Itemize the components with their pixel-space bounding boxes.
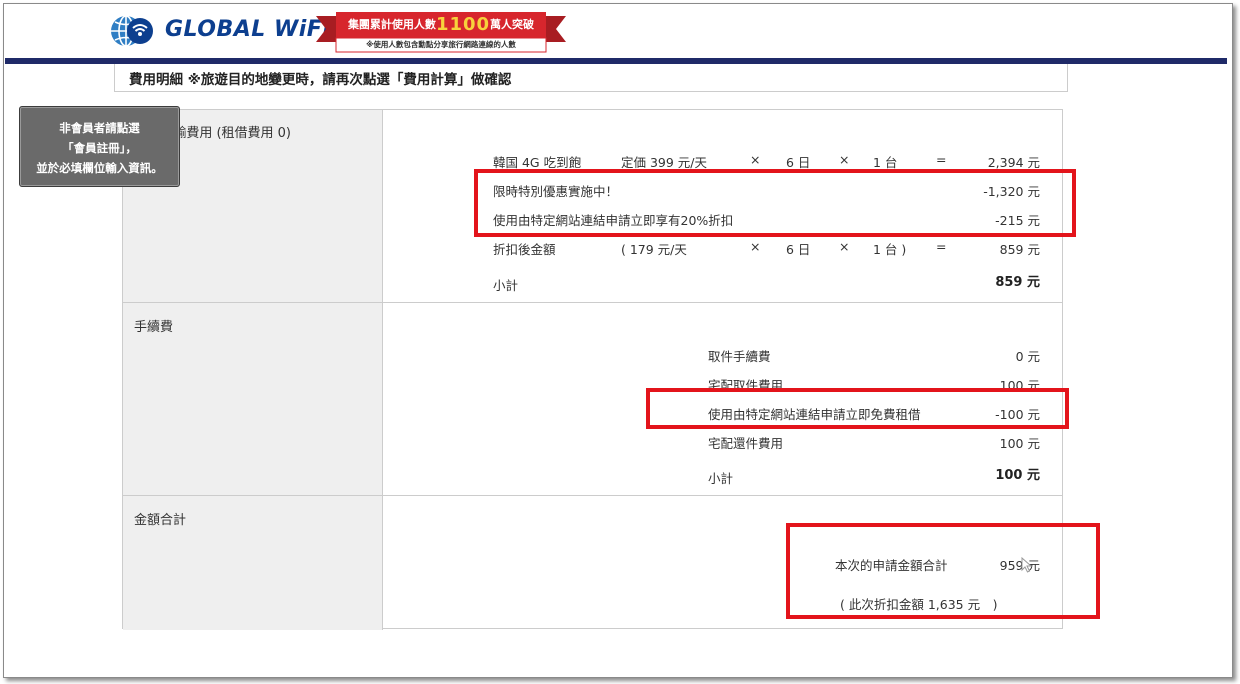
highlight-box [786, 523, 1100, 619]
fee-item-amount: 100 元 [999, 436, 1040, 451]
times-sign: × [750, 239, 761, 254]
tooltip-line: 並於必填欄位輸入資訊。 [36, 161, 163, 175]
globe-wifi-logo-icon [111, 15, 153, 47]
highlight-box [474, 169, 1076, 237]
after-discount-price: ( 179 元/天 [621, 242, 687, 257]
row-divider [123, 302, 1063, 303]
label-column [123, 110, 382, 630]
total-row-title: 金額合計 [134, 513, 187, 528]
fee-item-amount: 0 元 [1015, 349, 1040, 364]
fees-row-title: 手續費 [134, 320, 174, 335]
times-sign: × [839, 239, 850, 254]
fees-subtotal-amount: 100 元 [995, 468, 1040, 483]
tooltip-line: 非會員者請點選 [59, 121, 140, 135]
row-divider [123, 495, 1063, 496]
section-title: 費用明細 ※旅遊目的地變更時，請再次點選「費用計算」做確認 [129, 72, 512, 88]
highlight-box [646, 388, 1069, 429]
tooltip-line: 「會員註冊」， [62, 141, 137, 155]
fee-item-label: 取件手續費 [708, 349, 771, 364]
column-divider [382, 110, 383, 630]
times-sign: × [839, 152, 850, 167]
banner-note: ※使用人數包含勳點分享旅行網路連線的人數 [366, 40, 516, 49]
units: 1 台 ) [873, 242, 907, 257]
rental-subtotal-label: 小計 [493, 278, 519, 293]
rental-subtotal-amount: 859 元 [995, 275, 1040, 290]
fee-item-label: 宅配還件費用 [708, 436, 784, 451]
member-registration-tooltip: 非會員者請點選 「會員註冊」， 並於必填欄位輸入資訊。 [19, 106, 180, 187]
banner-main-text: 集團累計使用人數1100萬人突破 [347, 14, 535, 35]
global-wifi-logo-text: GLOBAL WiFi [165, 17, 331, 42]
fees-subtotal-label: 小計 [708, 471, 734, 486]
times-sign: × [750, 152, 761, 167]
section-header: 費用明細 ※旅遊目的地變更時，請再次點選「費用計算」做確認 [114, 64, 1068, 92]
after-discount-amount: 859 元 [999, 242, 1040, 257]
days: 6 日 [786, 242, 811, 257]
after-discount-label: 折扣後金額 [493, 242, 556, 257]
